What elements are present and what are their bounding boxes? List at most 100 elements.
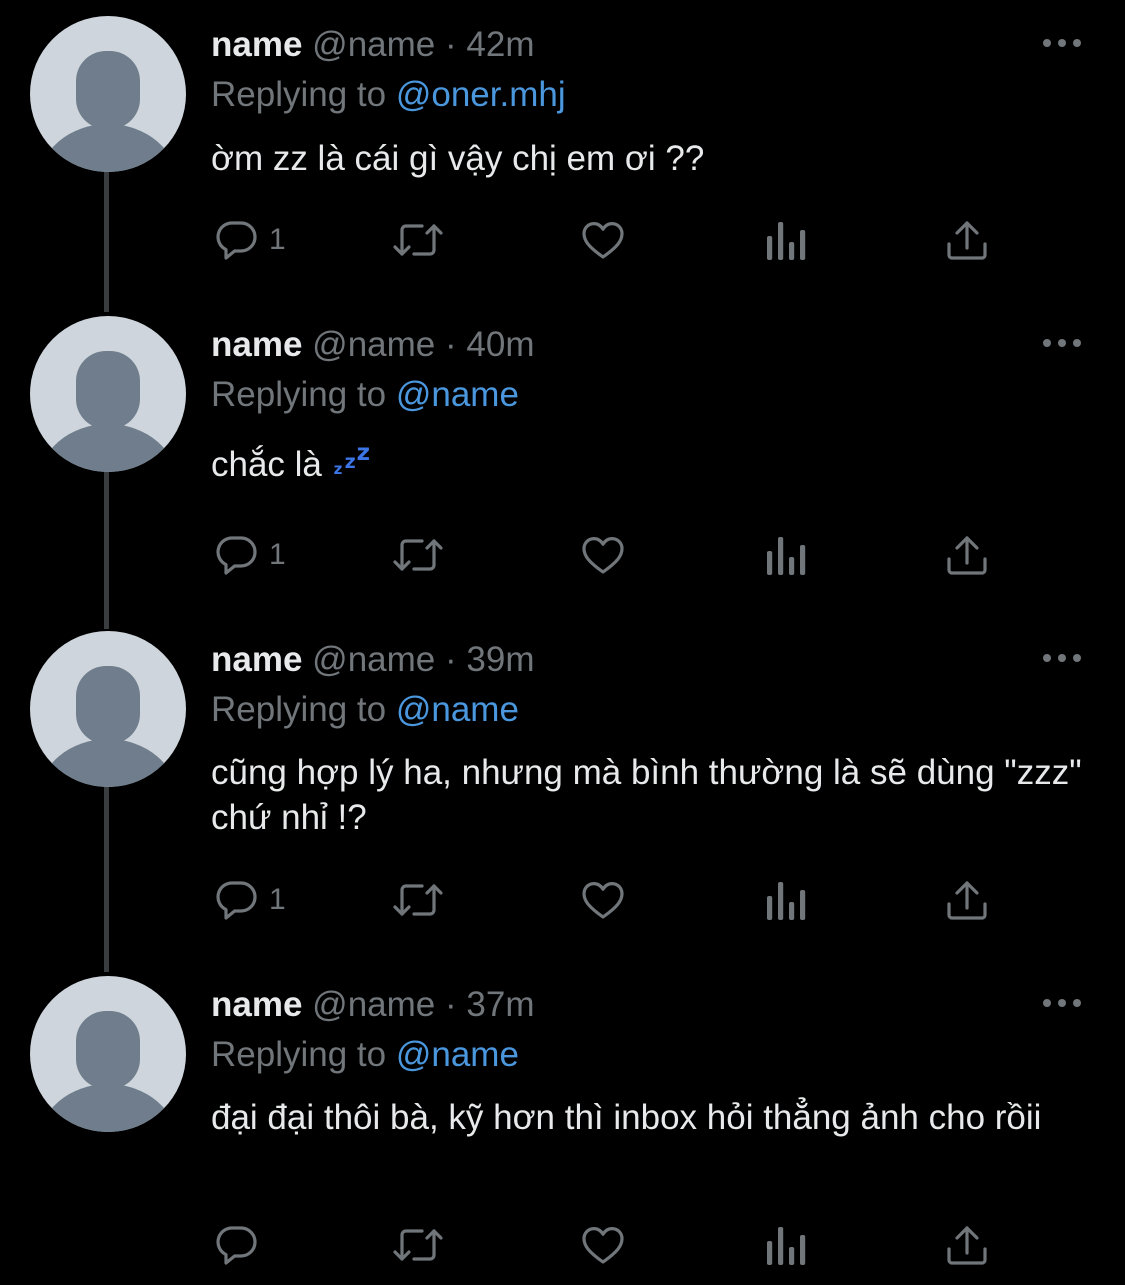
view-count-button[interactable] — [765, 875, 807, 925]
retweet-button[interactable] — [390, 530, 446, 580]
username[interactable]: @name — [312, 325, 435, 364]
separator-dot: · — [445, 325, 457, 364]
replying-to-label: Replying to — [211, 75, 387, 114]
replying-to-label: Replying to — [211, 1035, 387, 1074]
analytics-bars-icon — [767, 882, 806, 920]
share-button[interactable] — [944, 215, 990, 265]
retweet-icon — [393, 1229, 443, 1261]
share-upload-icon — [947, 881, 987, 920]
reply-mention-link[interactable]: @name — [396, 1035, 519, 1074]
more-horizontal-icon — [1043, 999, 1081, 1007]
timestamp[interactable]: 39m — [466, 640, 534, 679]
tweet-header: name @name · 42m — [211, 24, 534, 66]
share-button[interactable] — [944, 1220, 990, 1270]
replying-to-line: Replying to @name — [211, 1034, 519, 1076]
default-profile-icon — [39, 666, 177, 787]
tweet-actions: 1 — [0, 215, 1125, 265]
tweet[interactable]: name @name · 37m Replying to @name đại đ… — [0, 960, 1125, 1285]
share-upload-icon — [947, 1226, 987, 1265]
heart-icon — [582, 222, 624, 259]
more-options-button[interactable] — [1040, 990, 1084, 1016]
reply-bubble-icon — [216, 881, 257, 920]
more-options-button[interactable] — [1040, 645, 1084, 671]
tweet-text-line: chắc là z z z — [211, 442, 1091, 487]
username[interactable]: @name — [312, 25, 435, 64]
share-button[interactable] — [944, 530, 990, 580]
username[interactable]: @name — [312, 640, 435, 679]
reply-mention-link[interactable]: @oner.mhj — [396, 75, 566, 114]
tweet-actions: 1 — [0, 530, 1125, 580]
heart-icon — [582, 882, 624, 919]
reply-mention-link[interactable]: @name — [396, 375, 519, 414]
avatar[interactable] — [30, 631, 186, 787]
analytics-bars-icon — [767, 537, 806, 575]
reply-button[interactable]: 1 — [213, 875, 286, 925]
like-button[interactable] — [578, 1220, 628, 1270]
more-horizontal-icon — [1043, 39, 1081, 47]
view-count-button[interactable] — [765, 215, 807, 265]
tweet-actions — [0, 1220, 1125, 1270]
replying-to-label: Replying to — [211, 690, 387, 729]
reply-bubble-icon — [216, 536, 257, 575]
replying-to-line: Replying to @name — [211, 689, 519, 731]
retweet-icon — [393, 224, 443, 256]
like-button[interactable] — [578, 215, 628, 265]
more-options-button[interactable] — [1040, 330, 1084, 356]
display-name[interactable]: name — [211, 325, 302, 364]
analytics-bars-icon — [767, 222, 806, 260]
separator-dot: · — [445, 640, 457, 679]
reply-count: 1 — [269, 223, 286, 256]
default-profile-icon — [39, 51, 177, 172]
tweet-actions: 1 — [0, 875, 1125, 925]
tweet-text: đại đại thôi bà, kỹ hơn thì inbox hỏi th… — [211, 1098, 1042, 1137]
retweet-icon — [393, 884, 443, 916]
avatar[interactable] — [30, 316, 186, 472]
display-name[interactable]: name — [211, 25, 302, 64]
reply-button[interactable]: 1 — [213, 215, 286, 265]
tweet-header: name @name · 40m — [211, 324, 534, 366]
tweet[interactable]: name @name · 42m Replying to @oner.mhj ờ… — [0, 0, 1125, 300]
like-button[interactable] — [578, 875, 628, 925]
reply-bubble-icon — [216, 221, 257, 260]
display-name[interactable]: name — [211, 640, 302, 679]
reply-button[interactable] — [213, 1220, 269, 1270]
retweet-button[interactable] — [390, 215, 446, 265]
display-name[interactable]: name — [211, 985, 302, 1024]
timestamp[interactable]: 42m — [466, 25, 534, 64]
retweet-button[interactable] — [390, 875, 446, 925]
replying-to-label: Replying to — [211, 375, 387, 414]
replying-to-line: Replying to @oner.mhj — [211, 74, 566, 116]
view-count-button[interactable] — [765, 1220, 807, 1270]
share-upload-icon — [947, 221, 987, 260]
avatar[interactable] — [30, 16, 186, 172]
reply-count: 1 — [269, 883, 286, 916]
avatar[interactable] — [30, 976, 186, 1132]
tweet-header: name @name · 37m — [211, 984, 534, 1026]
tweet-text: ờm zz là cái gì vậy chị em ơi ?? — [211, 139, 705, 178]
like-button[interactable] — [578, 530, 628, 580]
reply-bubble-icon — [216, 1226, 257, 1265]
heart-icon — [582, 537, 624, 574]
more-horizontal-icon — [1043, 654, 1081, 662]
username[interactable]: @name — [312, 985, 435, 1024]
tweet[interactable]: name @name · 39m Replying to @name cũng … — [0, 615, 1125, 960]
view-count-button[interactable] — [765, 530, 807, 580]
reply-count: 1 — [269, 538, 286, 571]
analytics-bars-icon — [767, 1227, 806, 1265]
share-button[interactable] — [944, 875, 990, 925]
separator-dot: · — [445, 25, 457, 64]
reply-mention-link[interactable]: @name — [396, 690, 519, 729]
separator-dot: · — [445, 985, 457, 1024]
default-profile-icon — [39, 1011, 177, 1132]
reply-button[interactable]: 1 — [213, 530, 286, 580]
retweet-icon — [393, 539, 443, 571]
more-options-button[interactable] — [1040, 30, 1084, 56]
heart-icon — [582, 1227, 624, 1264]
timestamp[interactable]: 40m — [466, 325, 534, 364]
retweet-button[interactable] — [390, 1220, 446, 1270]
default-profile-icon — [39, 351, 177, 472]
timestamp[interactable]: 37m — [466, 985, 534, 1024]
more-horizontal-icon — [1043, 339, 1081, 347]
zzz-sleeping-emoji: z z z — [333, 440, 371, 478]
tweet[interactable]: name @name · 40m Replying to @name chắc … — [0, 300, 1125, 615]
